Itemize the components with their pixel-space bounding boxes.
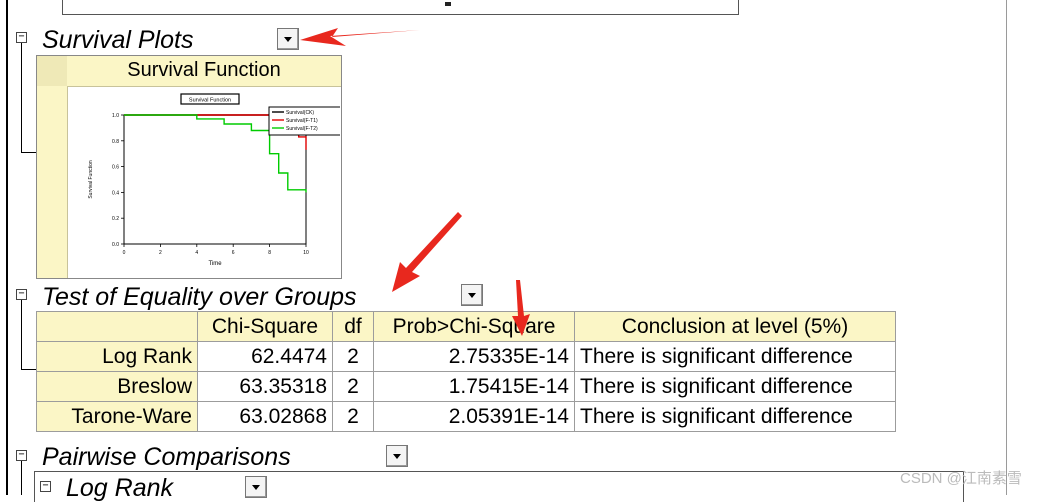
annotation-arrow xyxy=(300,28,420,46)
annotation-arrow xyxy=(512,280,530,336)
watermark: CSDN @江南素雪 xyxy=(900,470,1022,487)
annotation-arrow xyxy=(392,212,462,292)
annotation-arrows xyxy=(300,28,530,336)
